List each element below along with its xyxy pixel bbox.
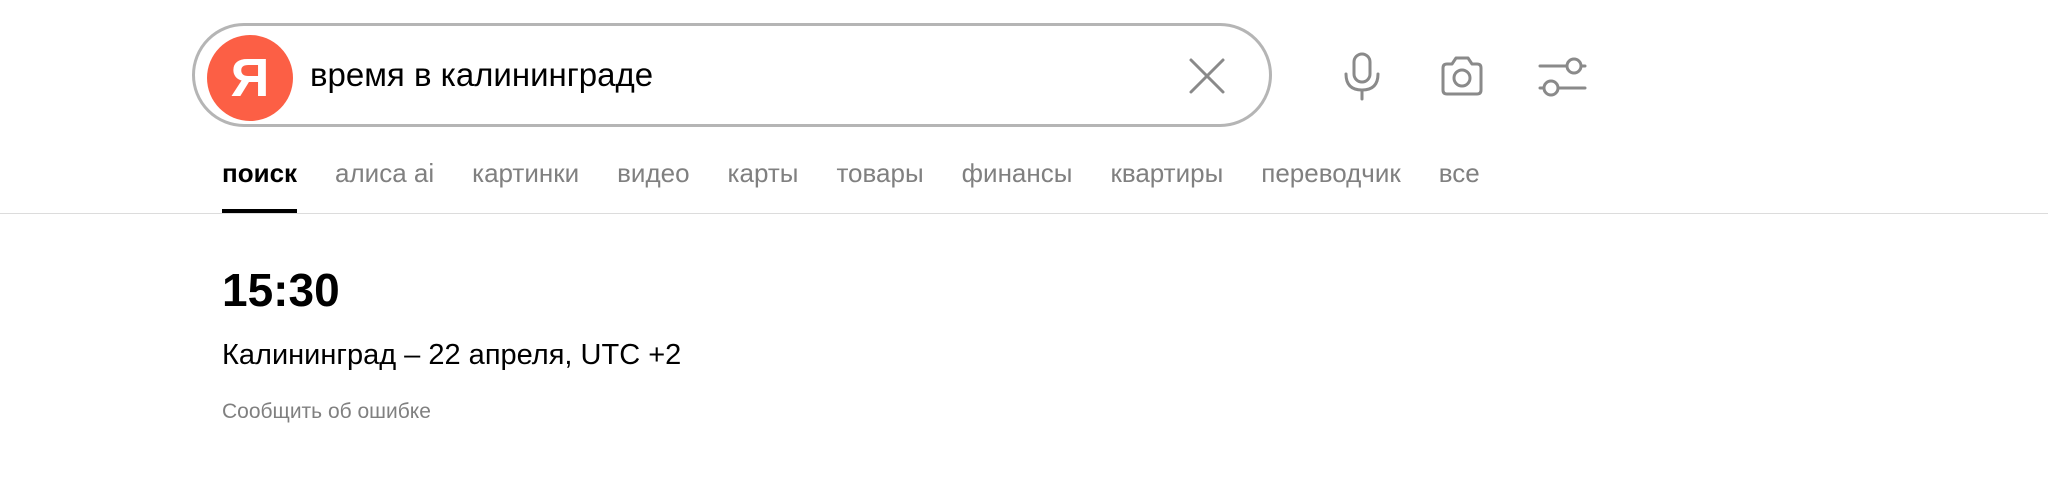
voice-search-button[interactable] xyxy=(1337,52,1387,102)
search-bar[interactable]: Я xyxy=(192,23,1272,127)
close-icon xyxy=(1189,58,1225,94)
search-results-page: Я поиск ал xyxy=(0,0,2048,483)
tab-apartments[interactable]: квартиры xyxy=(1110,155,1223,215)
tab-alice-ai[interactable]: алиса ai xyxy=(335,155,434,215)
tab-search[interactable]: поиск xyxy=(222,155,298,215)
yandex-logo[interactable]: Я xyxy=(207,35,293,121)
tab-finance[interactable]: финансы xyxy=(962,155,1073,215)
tab-all[interactable]: все xyxy=(1439,155,1480,215)
microphone-icon xyxy=(1344,52,1380,101)
image-search-button[interactable] xyxy=(1437,52,1487,102)
current-time: 15:30 xyxy=(222,264,340,316)
search-input[interactable] xyxy=(310,26,1130,124)
tab-products[interactable]: товары xyxy=(836,155,923,215)
filters-icon xyxy=(1538,57,1587,97)
report-error-link[interactable]: Сообщить об ошибке xyxy=(222,398,431,426)
time-location-info: Калининград – 22 апреля, UTC +2 xyxy=(222,339,682,371)
tab-video[interactable]: видео xyxy=(617,155,689,215)
clear-button[interactable] xyxy=(1185,54,1229,98)
search-settings-button[interactable] xyxy=(1537,52,1587,102)
header-divider xyxy=(0,213,2048,214)
tab-translator[interactable]: переводчик xyxy=(1261,155,1400,215)
camera-icon xyxy=(1441,56,1483,96)
search-tabs: поиск алиса ai картинки видео карты това… xyxy=(222,155,1518,215)
tab-images[interactable]: картинки xyxy=(472,155,579,215)
tab-maps[interactable]: карты xyxy=(728,155,799,215)
